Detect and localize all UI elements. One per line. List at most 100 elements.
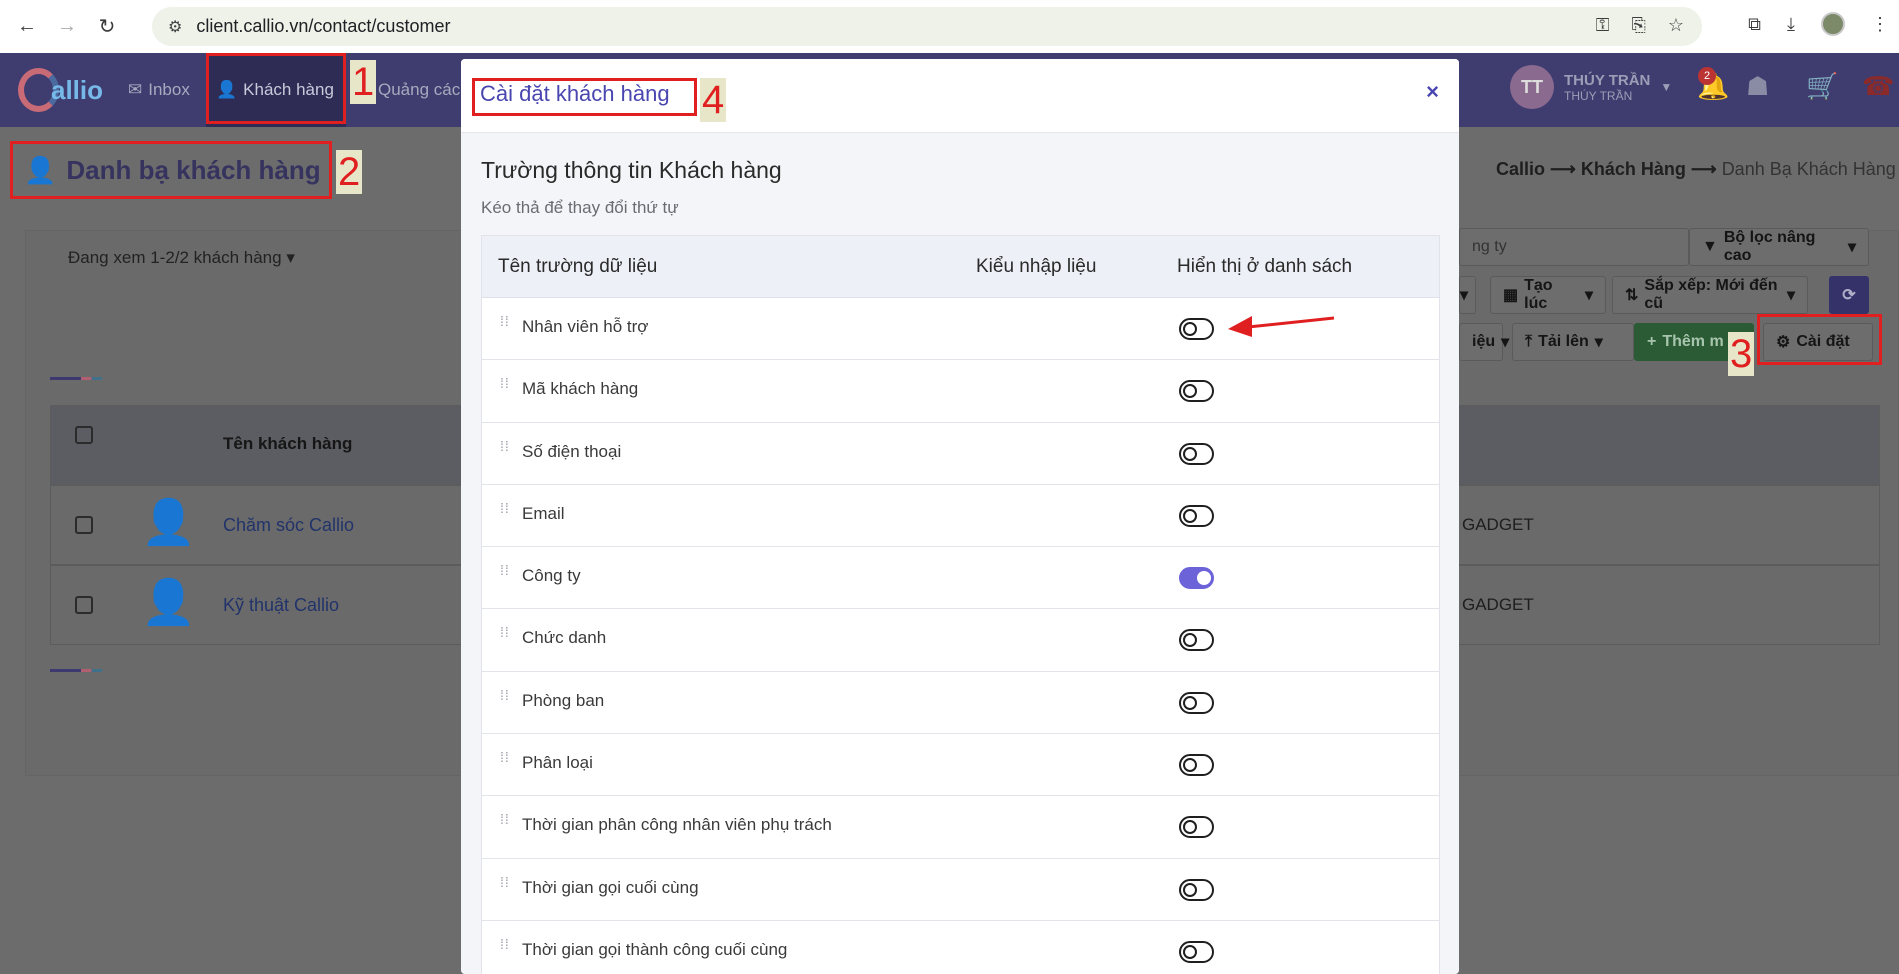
data-dropdown-button[interactable]: iệu ▾ xyxy=(1459,323,1509,361)
field-row[interactable]: ⁞⁞ Thời gian gọi thành công cuối cùng xyxy=(482,920,1439,974)
customer-name-link[interactable]: Kỹ thuật Callio xyxy=(223,595,339,616)
row-checkbox[interactable] xyxy=(75,596,93,614)
advanced-filter-button[interactable]: ▼ Bộ lọc nâng cao ▾ xyxy=(1689,228,1869,266)
field-row[interactable]: ⁞⁞ Thời gian phân công nhân viên phụ trác… xyxy=(482,796,1439,859)
viewing-count[interactable]: Đang xem 1-2/2 khách hàng ▾ xyxy=(68,248,295,268)
drag-handle-icon[interactable]: ⁞⁞ xyxy=(500,563,510,587)
user-name: THÚY TRẦN xyxy=(1564,71,1651,89)
star-icon[interactable]: ☆ xyxy=(1668,15,1684,36)
field-row[interactable]: ⁞⁞ Chức danh xyxy=(482,609,1439,672)
breadcrumb: Callio ⟶ Khách Hàng ⟶ Danh Bạ Khách Hàng xyxy=(1496,159,1896,180)
show-in-list-toggle[interactable] xyxy=(1179,567,1214,590)
show-in-list-toggle[interactable] xyxy=(1179,754,1214,777)
sort-label: Sắp xếp: Mới đến cũ xyxy=(1644,277,1778,312)
annotation-box-4 xyxy=(472,78,697,116)
field-row[interactable]: ⁞⁞ Thời gian gọi cuối cùng xyxy=(482,858,1439,921)
drag-handle-icon[interactable]: ⁞⁞ xyxy=(500,501,510,525)
user-menu[interactable]: TT THÚY TRẦN THÚY TRẦN ▼ xyxy=(1510,65,1672,109)
breadcrumb-item[interactable]: Khách Hàng xyxy=(1581,159,1686,179)
drag-handle-icon[interactable]: ⁞⁞ xyxy=(500,875,510,899)
url-text: client.callio.vn/contact/customer xyxy=(196,16,451,36)
column-input-type: Kiểu nhập liệu xyxy=(976,256,1097,277)
site-info-icon[interactable]: ⚙ xyxy=(168,17,182,37)
address-bar[interactable]: ⚙ client.callio.vn/contact/customer ⚿ ⎘ … xyxy=(152,7,1702,46)
loading-bar xyxy=(50,377,102,380)
back-icon[interactable]: ← xyxy=(14,14,40,40)
drag-handle-icon[interactable]: ⁞⁞ xyxy=(500,376,510,400)
drag-handle-icon[interactable]: ⁞⁞ xyxy=(500,750,510,774)
field-row[interactable]: ⁞⁞ Công ty xyxy=(482,547,1439,610)
show-in-list-toggle[interactable] xyxy=(1179,940,1214,963)
annotation-box-3 xyxy=(1757,314,1882,365)
key-icon[interactable]: ⚿ xyxy=(1596,15,1610,36)
created-filter-button[interactable]: ▦ Tạo lúc ▾ xyxy=(1490,276,1606,314)
user-avatar: TT xyxy=(1510,65,1554,109)
phone-icon[interactable]: ☎ xyxy=(1862,71,1894,102)
close-icon[interactable]: × xyxy=(1426,79,1439,105)
show-in-list-toggle[interactable] xyxy=(1179,504,1214,527)
field-row[interactable]: ⁞⁞ Phòng ban xyxy=(482,671,1439,735)
forward-icon[interactable]: → xyxy=(54,14,80,40)
chevron-down-icon: ▼ xyxy=(1660,80,1673,94)
field-row[interactable]: ⁞⁞ Số điện thoại xyxy=(482,422,1439,485)
show-in-list-toggle[interactable] xyxy=(1179,380,1214,403)
annotation-label-3: 3 xyxy=(1728,332,1755,376)
annotation-label-1: 1 xyxy=(350,60,377,104)
person-icon: 👤 xyxy=(141,578,196,627)
nav-inbox[interactable]: ✉ Inbox xyxy=(118,53,200,127)
install-icon[interactable]: ⎘ xyxy=(1631,15,1645,36)
data-dropdown-label: iệu xyxy=(1472,333,1496,350)
upload-button[interactable]: ⤒ Tải lên ▾ xyxy=(1512,323,1634,361)
arrow-right-icon: ⟶ xyxy=(1690,159,1722,179)
support-icon[interactable]: ☗ xyxy=(1746,71,1769,102)
drag-handle-icon[interactable]: ⁞⁞ xyxy=(500,812,510,836)
drag-handle-icon[interactable]: ⁞⁞ xyxy=(500,625,510,649)
refresh-button[interactable]: ⟳ xyxy=(1829,276,1869,314)
cart-icon[interactable]: 🛒 xyxy=(1806,71,1838,102)
select-all-checkbox[interactable] xyxy=(75,426,93,444)
viewing-count-text: Đang xem 1-2/2 khách hàng xyxy=(68,248,282,267)
field-label: Email xyxy=(522,503,565,523)
reload-icon[interactable]: ↻ xyxy=(94,14,120,40)
customer-name-link[interactable]: Chăm sóc Callio xyxy=(223,515,354,536)
field-label: Thời gian phân công nhân viên phụ trách xyxy=(522,815,832,835)
callio-logo[interactable]: allio xyxy=(18,65,103,115)
plus-icon: + xyxy=(1647,333,1657,350)
show-in-list-toggle[interactable] xyxy=(1179,691,1214,714)
search-input[interactable]: ng ty xyxy=(1459,228,1689,266)
filter-icon: ▼ xyxy=(1702,238,1718,255)
menu-icon[interactable]: ⋮ xyxy=(1871,14,1889,35)
nav-ads[interactable]: Quảng các xyxy=(368,53,470,127)
field-label: Phân loại xyxy=(522,753,593,773)
more-dropdown[interactable]: ▾ xyxy=(1459,276,1476,314)
annotation-label-4: 4 xyxy=(700,78,727,122)
field-row[interactable]: ⁞⁞ Email xyxy=(482,484,1439,548)
drag-handle-icon[interactable]: ⁞⁞ xyxy=(500,937,510,961)
show-in-list-toggle[interactable] xyxy=(1179,878,1214,901)
profile-avatar[interactable] xyxy=(1821,12,1845,36)
show-in-list-toggle[interactable] xyxy=(1179,816,1214,839)
column-header-name[interactable]: Tên khách hàng xyxy=(223,434,352,454)
download-icon[interactable]: ⤓ xyxy=(1787,14,1795,35)
drag-handle-icon[interactable]: ⁞⁞ xyxy=(500,314,510,338)
field-label: Số điện thoại xyxy=(522,441,622,461)
fields-table-header: Tên trường dữ liệu Kiểu nhập liệu Hiển t… xyxy=(482,236,1439,298)
drag-handle-icon[interactable]: ⁞⁞ xyxy=(500,688,510,712)
row-checkbox[interactable] xyxy=(75,516,93,534)
field-label: Phòng ban xyxy=(522,690,605,710)
field-row[interactable]: ⁞⁞ Phân loại xyxy=(482,734,1439,797)
field-row[interactable]: ⁞⁞ Mã khách hàng xyxy=(482,360,1439,423)
show-in-list-toggle[interactable] xyxy=(1179,629,1214,652)
user-subtitle: THÚY TRẦN xyxy=(1564,88,1633,103)
red-arrow-icon xyxy=(1228,316,1335,337)
modal-body: Trường thông tin Khách hàng Kéo thả để t… xyxy=(461,133,1459,974)
breadcrumb-item[interactable]: Callio xyxy=(1496,159,1545,179)
sort-button[interactable]: ⇅ Sắp xếp: Mới đến cũ ▾ xyxy=(1612,276,1808,314)
company-cell: GADGET xyxy=(1462,515,1534,534)
section-title: Trường thông tin Khách hàng xyxy=(481,157,782,183)
show-in-list-toggle[interactable] xyxy=(1179,318,1214,340)
company-cell: GADGET xyxy=(1462,595,1534,614)
extensions-icon[interactable]: ⧉ xyxy=(1748,14,1761,35)
drag-handle-icon[interactable]: ⁞⁞ xyxy=(500,439,510,463)
show-in-list-toggle[interactable] xyxy=(1179,442,1214,465)
